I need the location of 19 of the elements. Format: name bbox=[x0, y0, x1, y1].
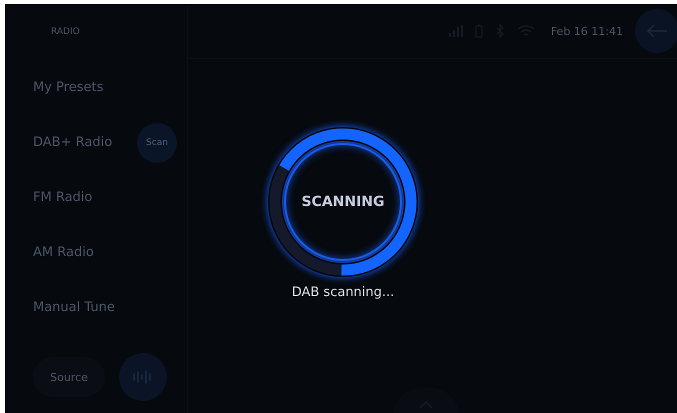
back-arrow-icon bbox=[646, 24, 668, 38]
menu-item[interactable]: AM Radio bbox=[33, 245, 94, 260]
page-title: RADIO bbox=[51, 27, 80, 37]
bluetooth-icon bbox=[494, 24, 505, 38]
signal-icon bbox=[448, 25, 463, 37]
scan-message: DAB scanning... bbox=[292, 285, 394, 300]
voice-button[interactable] bbox=[119, 353, 167, 401]
menu-item[interactable]: My Presets bbox=[33, 80, 104, 95]
source-button[interactable]: Source bbox=[33, 357, 105, 397]
date-time: Feb 16 11:41 bbox=[550, 24, 623, 38]
menu-item[interactable]: Manual Tune bbox=[33, 300, 115, 315]
scan-button[interactable]: Scan bbox=[137, 122, 177, 162]
waveform-icon bbox=[132, 370, 154, 384]
back-button[interactable] bbox=[635, 9, 677, 53]
battery-icon bbox=[474, 24, 483, 38]
scanning-label: SCANNING bbox=[301, 194, 385, 210]
wifi-icon bbox=[516, 24, 535, 38]
menu-item[interactable]: DAB+ Radio bbox=[33, 135, 112, 150]
menu-item[interactable]: FM Radio bbox=[33, 190, 92, 205]
